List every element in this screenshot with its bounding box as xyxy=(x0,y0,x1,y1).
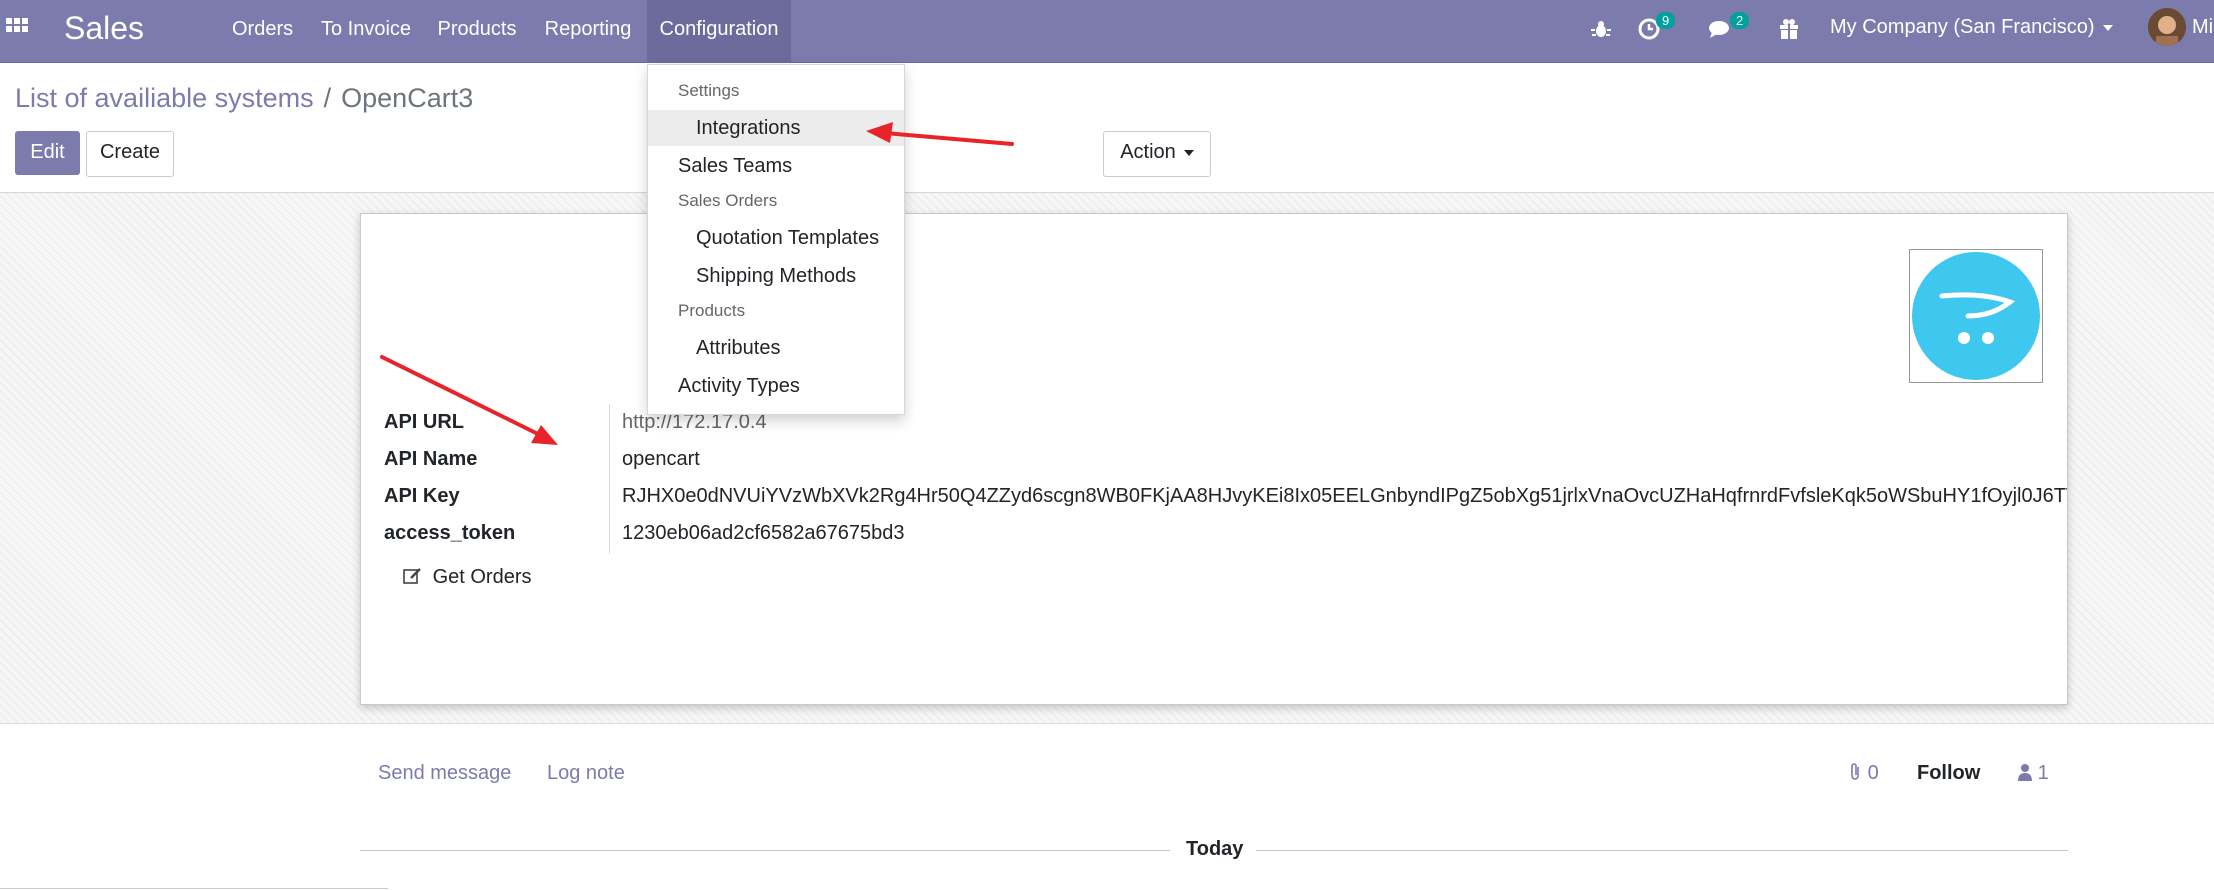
paperclip-icon xyxy=(1848,762,1868,784)
breadcrumb: List of availiable systems / OpenCart3 xyxy=(15,83,473,114)
activities-clock-icon[interactable]: 9 xyxy=(1638,12,1678,46)
menu-item-quotation-templates[interactable]: Quotation Templates xyxy=(648,220,904,256)
menu-products[interactable]: Products xyxy=(435,0,519,62)
form-background: API URL http://172.17.0.4 API Name openc… xyxy=(0,193,2214,724)
attachments-count: 0 xyxy=(1867,762,1879,784)
field-divider xyxy=(609,404,610,554)
menu-item-integrations[interactable]: Integrations xyxy=(648,110,904,146)
dropdown-header-settings: Settings xyxy=(678,81,740,100)
opencart-logo-icon xyxy=(1912,252,2040,380)
log-note-button[interactable]: Log note xyxy=(547,762,625,785)
top-navbar: Sales Orders To Invoice Products Reporti… xyxy=(0,0,2214,63)
send-message-button[interactable]: Send message xyxy=(378,762,511,785)
breadcrumb-parent[interactable]: List of availiable systems xyxy=(15,83,314,113)
configuration-dropdown: Settings Integrations Sales Teams Sales … xyxy=(647,64,905,415)
apps-grid-icon[interactable] xyxy=(6,18,28,45)
api-key-value: RJHX0e0dNVUiYVzWbXVk2Rg4Hr50Q4ZZyd6scgn8… xyxy=(622,485,2068,507)
attachments-button[interactable]: 0 xyxy=(1848,762,1879,785)
user-icon xyxy=(2018,762,2038,784)
edit-icon xyxy=(403,566,433,588)
menu-item-sales-teams[interactable]: Sales Teams xyxy=(648,148,904,184)
divider-line xyxy=(360,850,1170,851)
menu-item-shipping-methods[interactable]: Shipping Methods xyxy=(648,258,904,294)
follow-button[interactable]: Follow xyxy=(1917,762,1980,785)
menu-item-attributes[interactable]: Attributes xyxy=(648,330,904,366)
company-switcher[interactable]: My Company (San Francisco) xyxy=(1830,16,2113,39)
menu-item-activity-types[interactable]: Activity Types xyxy=(648,368,904,404)
menu-orders[interactable]: Orders xyxy=(232,0,293,62)
divider-line xyxy=(1256,850,2068,851)
followers-button[interactable]: 1 xyxy=(2018,762,2049,785)
messages-chat-icon[interactable]: 2 xyxy=(1708,12,1750,46)
company-name: My Company (San Francisco) xyxy=(1830,16,2095,38)
integration-logo[interactable] xyxy=(1909,249,2043,383)
dropdown-header-products: Products xyxy=(678,301,746,320)
activities-badge: 9 xyxy=(1656,12,1676,29)
edit-button[interactable]: Edit xyxy=(15,131,80,175)
chatter: Send message Log note 0 Follow 1 Today xyxy=(0,724,2214,890)
breadcrumb-current: OpenCart3 xyxy=(341,83,474,113)
user-name[interactable]: Mi xyxy=(2192,16,2213,39)
today-separator: Today xyxy=(1186,838,1244,860)
bug-icon[interactable] xyxy=(1590,14,1612,46)
followers-count: 1 xyxy=(2037,762,2049,784)
api-name-label: API Name xyxy=(384,448,478,470)
action-dropdown-button[interactable]: Action xyxy=(1103,131,1211,177)
caret-down-icon xyxy=(1183,149,1194,156)
get-orders-button[interactable]: Get Orders xyxy=(403,566,531,589)
create-button[interactable]: Create xyxy=(86,131,174,177)
breadcrumb-separator: / xyxy=(323,83,332,113)
control-panel: List of availiable systems / OpenCart3 Edi… xyxy=(0,63,2214,193)
app-brand[interactable]: Sales xyxy=(64,10,144,47)
menu-configuration[interactable]: Configuration xyxy=(647,0,791,62)
menu-reporting[interactable]: Reporting xyxy=(540,0,636,62)
api-name-value: opencart xyxy=(622,448,700,470)
dropdown-header-sales-orders: Sales Orders xyxy=(678,191,778,210)
access-token-value: 1230eb06ad2cf6582a67675bd3 xyxy=(622,522,905,544)
action-label: Action xyxy=(1120,141,1176,163)
user-avatar[interactable] xyxy=(2148,8,2186,46)
menu-to-invoice[interactable]: To Invoice xyxy=(316,0,416,62)
get-orders-label: Get Orders xyxy=(432,566,532,588)
gift-icon[interactable] xyxy=(1779,14,1799,46)
access-token-label: access_token xyxy=(384,522,516,544)
api-url-label: API URL xyxy=(384,411,464,433)
divider-line xyxy=(0,888,388,889)
form-sheet: API URL http://172.17.0.4 API Name openc… xyxy=(360,213,2068,705)
messages-badge: 2 xyxy=(1730,12,1750,29)
caret-down-icon xyxy=(2102,24,2113,31)
api-key-label: API Key xyxy=(384,485,460,507)
